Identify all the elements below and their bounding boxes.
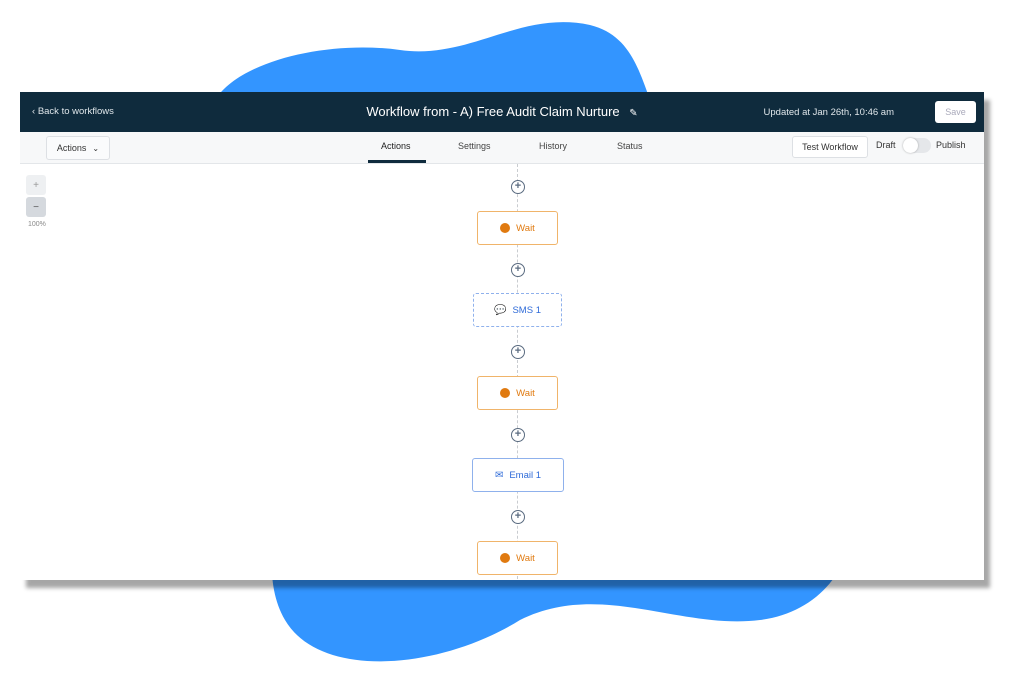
node-label: Wait <box>516 387 535 399</box>
add-step-icon[interactable]: + <box>511 510 525 524</box>
save-button[interactable]: Save <box>935 101 976 123</box>
draft-label: Draft <box>876 140 896 150</box>
test-workflow-button[interactable]: Test Workflow <box>792 136 868 158</box>
publish-label: Publish <box>936 140 966 150</box>
wait-node[interactable]: Wait <box>477 376 558 410</box>
zoom-out-button[interactable]: − <box>26 197 46 217</box>
workflow-window: ‹ Back to workflows Workflow from - A) F… <box>20 92 984 580</box>
clock-icon <box>500 553 511 563</box>
node-label: Wait <box>516 222 535 234</box>
sms-icon: 💬 <box>494 304 507 316</box>
actions-dropdown[interactable]: Actions ⌄ <box>46 136 110 160</box>
sms-node[interactable]: 💬 SMS 1 <box>473 293 562 327</box>
add-step-icon[interactable]: + <box>511 428 525 442</box>
add-step-icon[interactable]: + <box>511 263 525 277</box>
node-label: SMS 1 <box>512 304 541 316</box>
add-step-icon[interactable]: + <box>511 345 525 359</box>
node-label: Email 1 <box>509 469 542 481</box>
title-text: Workflow from - A) Free Audit Claim Nurt… <box>366 104 620 119</box>
zoom-in-button[interactable]: + <box>26 175 46 195</box>
chevron-down-icon: ⌄ <box>92 143 100 153</box>
wait-node[interactable]: Wait <box>477 541 558 575</box>
pencil-icon[interactable]: ✎ <box>629 108 637 119</box>
node-label: Wait <box>516 552 535 564</box>
tab-history[interactable]: History <box>539 141 567 151</box>
publish-toggle[interactable] <box>903 138 931 153</box>
header: ‹ Back to workflows Workflow from - A) F… <box>20 92 984 132</box>
actions-dropdown-label: Actions <box>56 143 87 153</box>
tab-settings[interactable]: Settings <box>458 141 491 151</box>
wait-node[interactable]: Wait <box>477 211 558 245</box>
toolbar: Actions ⌄ Actions Settings History Status… <box>20 132 984 164</box>
tab-actions[interactable]: Actions <box>381 141 411 151</box>
add-step-icon[interactable]: + <box>511 180 525 194</box>
tab-status[interactable]: Status <box>617 141 643 151</box>
clock-icon <box>500 223 511 233</box>
updated-timestamp: Updated at Jan 26th, 10:46 am <box>763 107 894 118</box>
email-node[interactable]: ✉ Email 1 <box>472 458 564 492</box>
zoom-level: 100% <box>28 221 46 228</box>
active-tab-indicator <box>368 160 426 163</box>
email-icon: ✉ <box>494 469 504 481</box>
clock-icon <box>500 388 511 398</box>
